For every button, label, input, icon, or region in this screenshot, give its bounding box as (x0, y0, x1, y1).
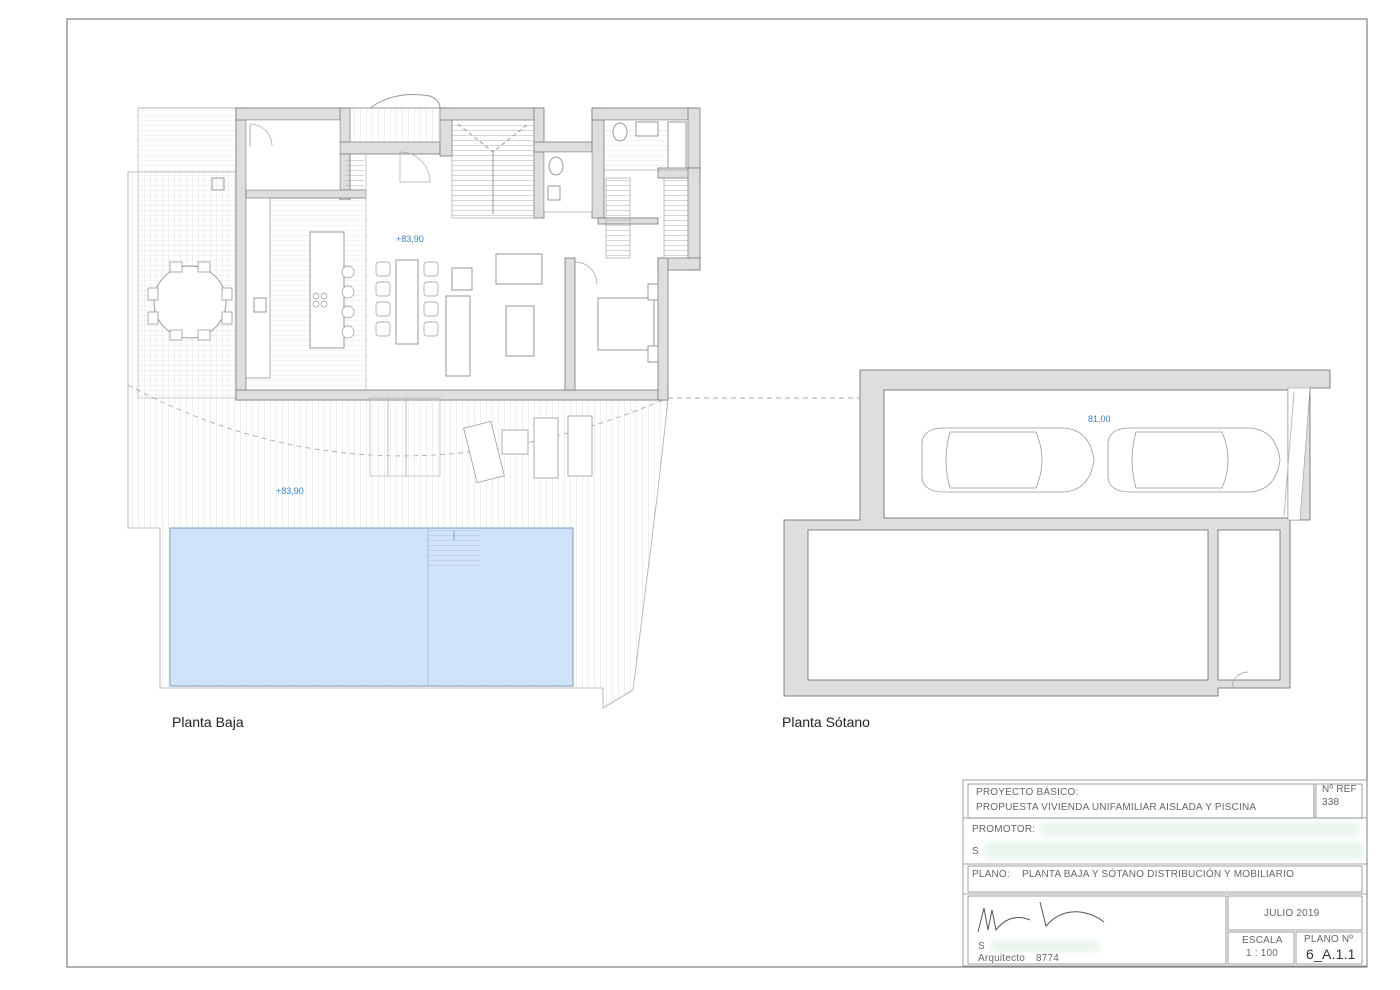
scale-value: 1 : 100 (1246, 948, 1278, 959)
entrance-porch (349, 107, 441, 143)
scale-label: ESCALA (1242, 935, 1283, 946)
project-name: PROPUESTA VIVIENDA UNIFAMILIAR AISLADA Y… (976, 802, 1257, 813)
promoter-label: PROMOTOR: (972, 824, 1036, 835)
coffee-table (505, 305, 535, 357)
redacted-promoter (1040, 822, 1360, 836)
plan-title: PLANTA BAJA Y SÓTANO DISTRIBUCIÓN Y MOBI… (1022, 869, 1295, 880)
kitchen-counter (245, 197, 271, 379)
level-garage: 81,00 (1088, 414, 1111, 424)
sofa (445, 295, 471, 377)
plan-no-value: 6_A.1.1 (1306, 946, 1356, 962)
armchair (495, 253, 543, 285)
dining-table (395, 259, 419, 345)
kitchen-island (309, 231, 345, 349)
architect-initial: S (978, 941, 985, 952)
round-table (153, 265, 227, 339)
date: JULIO 2019 (1264, 908, 1320, 919)
redacted-site (984, 842, 1364, 860)
plan-label: PLANO: (972, 869, 1010, 880)
architect-signature (977, 901, 1105, 933)
architect-number: 8774 (1036, 953, 1060, 964)
hall-stair-b (663, 177, 689, 259)
side-terrace (137, 107, 237, 399)
ref-value: 338 (1322, 797, 1340, 808)
site-prefix: S (972, 846, 979, 857)
stair-small (346, 156, 364, 192)
ref-label: Nº REF (1322, 784, 1357, 795)
plan-no-label: PLANO Nº (1304, 934, 1354, 945)
pool (169, 527, 574, 687)
entrance-door-swing (399, 151, 431, 183)
utility-room (245, 119, 341, 191)
architect-title: Arquitecto (978, 953, 1026, 964)
basement-plan (783, 369, 1331, 697)
redacted-architect (990, 940, 1100, 952)
terrace-step (369, 397, 441, 477)
hall-stair-a (605, 177, 631, 259)
basement-label: Planta Sótano (782, 714, 870, 730)
storage-room (807, 529, 1209, 681)
project-type: PROYECTO BÁSICO: (976, 787, 1079, 798)
bed (597, 297, 655, 351)
ground-floor-label: Planta Baja (172, 714, 244, 730)
level-terrace: +83,90 (276, 486, 304, 496)
ground-floor-plan (127, 94, 876, 709)
machine-room (1217, 529, 1281, 681)
entrance-canopy (369, 94, 441, 109)
level-interior: +83,90 (396, 234, 424, 244)
